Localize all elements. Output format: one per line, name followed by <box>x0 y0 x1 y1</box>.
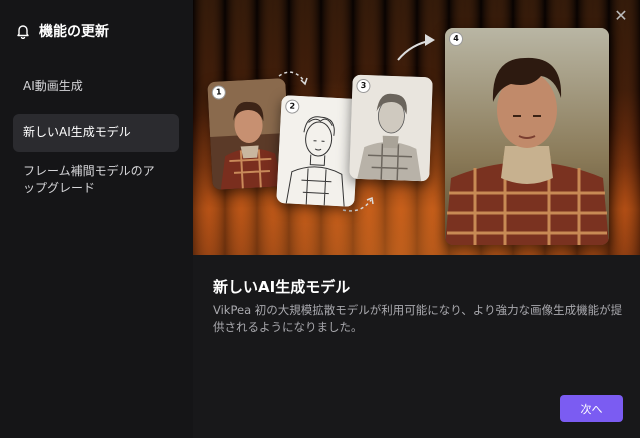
feature-update-dialog: 機能の更新 AI動画生成 新しいAI生成モデル フレーム補間モデルのアップグレー… <box>0 0 640 438</box>
hero-illustration: ✕ 1 2 3 4 <box>193 0 640 255</box>
sidebar-item-frame-interpolation[interactable]: フレーム補間モデルのアップグレード <box>13 163 173 199</box>
sidebar-item-label: AI動画生成 <box>23 79 83 93</box>
sidebar-header: 機能の更新 <box>15 20 109 42</box>
sidebar-item-label: フレーム補間モデルのアップグレード <box>23 164 155 195</box>
feature-description: VikPea 初の大規模拡散モデルが利用可能になり、より強力な画像生成機能が提供… <box>213 303 623 334</box>
next-button[interactable]: 次へ <box>560 395 623 422</box>
sidebar: 機能の更新 AI動画生成 新しいAI生成モデル フレーム補間モデルのアップグレー… <box>0 0 193 438</box>
close-button[interactable]: ✕ <box>612 8 630 26</box>
main-panel: ✕ 1 2 3 4 新しいAI生成モデル VikPea 初の大規模拡散モデルが利… <box>193 0 640 438</box>
bell-icon <box>15 23 31 40</box>
sidebar-item-label: 新しいAI生成モデル <box>23 125 131 139</box>
sidebar-item-ai-video[interactable]: AI動画生成 <box>13 78 179 98</box>
feature-title: 新しいAI生成モデル <box>213 278 351 296</box>
close-icon: ✕ <box>614 8 628 25</box>
sidebar-title: 機能の更新 <box>39 24 109 40</box>
step-card-final-result: 4 <box>445 28 609 245</box>
generated-portrait-image <box>445 28 609 245</box>
step-card-shaded-sketch: 3 <box>349 74 433 182</box>
step-card-line-sketch: 2 <box>276 95 360 207</box>
sidebar-item-new-ai-model[interactable]: 新しいAI生成モデル <box>13 114 179 152</box>
step-badge: 4 <box>450 33 462 45</box>
